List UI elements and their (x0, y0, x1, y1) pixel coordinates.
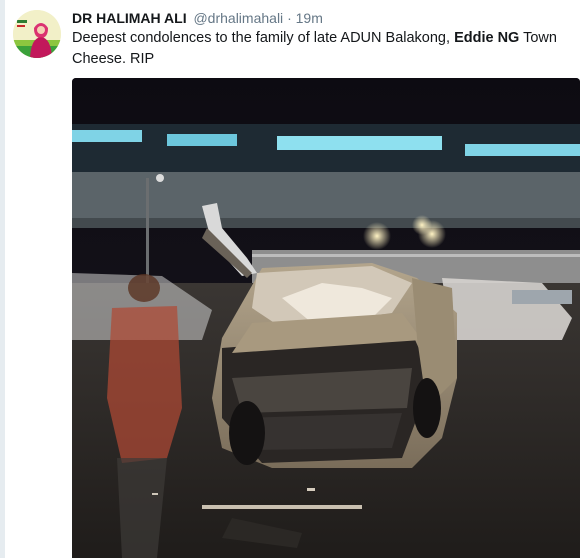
timeline-gutter (0, 0, 5, 558)
tweet-photo[interactable] (72, 78, 580, 558)
avatar-image (13, 10, 61, 58)
tweet-text-mention[interactable]: Eddie NG (454, 30, 519, 46)
tweet-text-part-1: Deepest condolences to the family of lat… (72, 30, 455, 46)
separator-dot: · (287, 10, 292, 26)
user-handle[interactable]: @drhalimahali (193, 10, 283, 26)
tweet[interactable]: DR HALIMAH ALI @drhalimahali · 19m Deepe… (0, 0, 587, 558)
crash-photo (72, 78, 580, 558)
avatar[interactable] (13, 10, 61, 58)
tweet-timestamp[interactable]: 19m (296, 10, 323, 26)
tweet-header: DR HALIMAH ALI @drhalimahali · 19m (72, 9, 323, 27)
display-name[interactable]: DR HALIMAH ALI (72, 10, 187, 26)
tweet-text: Deepest condolences to the family of lat… (72, 28, 572, 70)
